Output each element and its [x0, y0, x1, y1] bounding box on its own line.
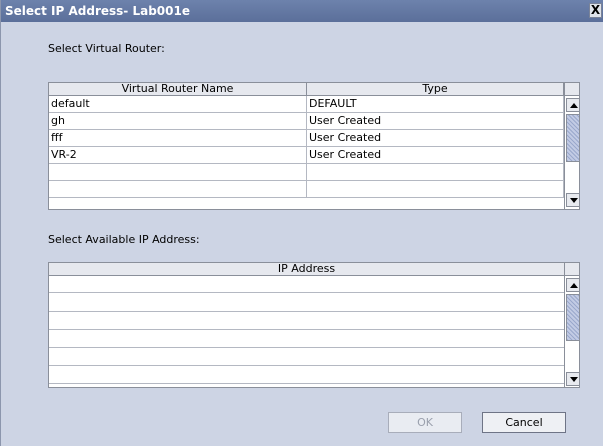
close-icon[interactable]: X: [589, 3, 602, 18]
table-row[interactable]: gh User Created: [49, 113, 564, 130]
scrollbar-corner: [565, 83, 579, 96]
type-cell: User Created: [307, 130, 564, 146]
scrollbar-corner: [565, 263, 579, 276]
table-row[interactable]: [49, 348, 564, 366]
ip-address-cell: [49, 294, 564, 310]
ip-address-cell: [49, 330, 564, 346]
scrollbar-thumb[interactable]: [566, 114, 579, 162]
scroll-down-button[interactable]: [566, 372, 579, 386]
scroll-up-button[interactable]: [566, 278, 579, 292]
arrow-up-icon: [570, 103, 578, 108]
virtual-router-name-cell: [49, 181, 307, 197]
table-row[interactable]: VR-2 User Created: [49, 147, 564, 164]
virtual-router-name-cell: gh: [49, 113, 307, 129]
virtual-router-name-cell: fff: [49, 130, 307, 146]
scroll-down-button[interactable]: [566, 193, 579, 207]
type-cell: [307, 164, 564, 180]
column-header-type[interactable]: Type: [307, 83, 564, 95]
ip-address-cell: [49, 348, 564, 364]
ip-address-cell: [49, 366, 564, 382]
type-cell: User Created: [307, 113, 564, 129]
virtual-router-name-cell: [49, 164, 307, 180]
virtual-router-section-label: Select Virtual Router:: [48, 42, 165, 55]
table-row[interactable]: fff User Created: [49, 130, 564, 147]
column-header-virtual-router-name[interactable]: Virtual Router Name: [49, 83, 307, 95]
ip-address-table-header: IP Address: [49, 263, 564, 276]
table-row[interactable]: default DEFAULT: [49, 96, 564, 113]
arrow-down-icon: [570, 198, 578, 203]
arrow-up-icon: [570, 283, 578, 288]
ip-address-cell: [49, 276, 564, 292]
ok-button[interactable]: OK: [388, 412, 462, 433]
virtual-router-table-header: Virtual Router Name Type: [49, 83, 564, 96]
table-row[interactable]: [49, 276, 564, 293]
table-row[interactable]: [49, 164, 564, 181]
column-header-ip-address[interactable]: IP Address: [49, 263, 564, 275]
scroll-up-button[interactable]: [566, 98, 579, 112]
virtual-router-table: Virtual Router Name Type default DEFAULT…: [48, 82, 580, 210]
ip-address-cell: [49, 312, 564, 328]
table-row[interactable]: [49, 330, 564, 348]
virtual-router-name-cell: default: [49, 96, 307, 112]
type-cell: DEFAULT: [307, 96, 564, 112]
dialog-window: Select IP Address- Lab001e X Select Virt…: [0, 0, 603, 446]
arrow-down-icon: [570, 377, 578, 382]
table-row[interactable]: [49, 366, 564, 384]
ip-address-table: IP Address: [48, 262, 580, 388]
type-cell: User Created: [307, 147, 564, 163]
table-row[interactable]: [49, 181, 564, 198]
cancel-button[interactable]: Cancel: [482, 412, 566, 433]
ip-address-section-label: Select Available IP Address:: [48, 233, 200, 246]
type-cell: [307, 181, 564, 197]
scrollbar-thumb[interactable]: [566, 294, 579, 341]
table-row[interactable]: [49, 294, 564, 312]
virtual-router-name-cell: VR-2: [49, 147, 307, 163]
ip-address-scrollbar[interactable]: [564, 263, 579, 387]
title-bar[interactable]: Select IP Address- Lab001e X: [1, 0, 603, 22]
window-title: Select IP Address- Lab001e: [5, 4, 190, 18]
virtual-router-scrollbar[interactable]: [564, 83, 579, 209]
table-row[interactable]: [49, 312, 564, 330]
